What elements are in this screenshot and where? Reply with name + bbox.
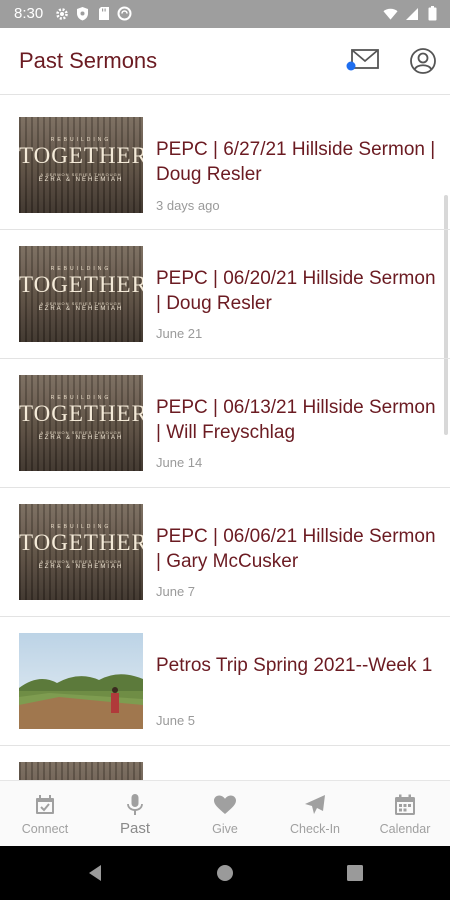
heart-icon bbox=[214, 795, 236, 814]
mail-button[interactable] bbox=[346, 46, 380, 76]
sermon-thumbnail bbox=[19, 762, 143, 780]
bottom-tab-bar: Connect Past Give Check-In Calendar bbox=[0, 780, 450, 847]
gear-icon bbox=[54, 6, 69, 21]
sermon-thumbnail: REBUILDING TOGETHER A SERMON SERIES THRO… bbox=[19, 375, 143, 471]
calendar-icon bbox=[395, 794, 415, 815]
sermon-item[interactable]: REBUILDING TOGETHER A SERMON SERIES THRO… bbox=[0, 229, 450, 359]
sermon-title: PEPC | 06/20/21 Hillside Sermon | Doug R… bbox=[156, 268, 436, 314]
status-left-icons bbox=[54, 6, 132, 21]
status-time: 8:30 bbox=[14, 5, 44, 22]
calendar-check-icon bbox=[36, 795, 54, 814]
series-books-text: EZRA & NEHEMIAH bbox=[38, 306, 124, 312]
tab-label: Connect bbox=[21, 822, 69, 836]
sync-icon bbox=[117, 6, 132, 21]
home-icon[interactable] bbox=[215, 863, 235, 883]
sermon-item[interactable]: REBUILDING TOGETHER A SERMON SERIES THRO… bbox=[0, 487, 450, 617]
page-title: Past Sermons bbox=[19, 48, 158, 73]
back-icon[interactable] bbox=[85, 863, 105, 883]
microphone-icon bbox=[127, 794, 143, 815]
sermon-date: 3 days ago bbox=[156, 198, 220, 213]
account-icon bbox=[410, 48, 436, 74]
sd-card-icon bbox=[96, 6, 111, 21]
series-books-text: EZRA & NEHEMIAH bbox=[38, 435, 124, 441]
sermon-title: PEPC | 06/13/21 Hillside Sermon | Will F… bbox=[156, 397, 436, 443]
sermon-date: June 7 bbox=[156, 584, 196, 599]
app-header: Past Sermons bbox=[0, 28, 450, 95]
tab-check-in[interactable]: Check-In bbox=[270, 781, 360, 847]
tab-past[interactable]: Past bbox=[90, 781, 180, 847]
tab-calendar[interactable]: Calendar bbox=[360, 781, 450, 847]
status-right-icons bbox=[383, 6, 440, 21]
notification-dot bbox=[346, 61, 356, 71]
account-button[interactable] bbox=[407, 45, 439, 77]
tab-label: Check-In bbox=[289, 822, 341, 836]
sermon-item[interactable]: REBUILDING TOGETHER A SERMON SERIES THRO… bbox=[0, 100, 450, 230]
sermon-title: PEPC | 6/27/21 Hillside Sermon | Doug Re… bbox=[156, 139, 436, 185]
series-books-text: EZRA & NEHEMIAH bbox=[38, 177, 124, 183]
series-books-text: EZRA & NEHEMIAH bbox=[38, 564, 124, 570]
tab-give[interactable]: Give bbox=[180, 781, 270, 847]
tab-connect[interactable]: Connect bbox=[0, 781, 90, 847]
sermon-date: June 21 bbox=[156, 326, 203, 341]
recents-icon[interactable] bbox=[345, 863, 365, 883]
wifi-icon bbox=[383, 6, 398, 21]
series-title-text: TOGETHER bbox=[19, 530, 143, 555]
series-title-text: TOGETHER bbox=[19, 272, 143, 297]
sermon-thumbnail-photo bbox=[19, 633, 143, 729]
status-bar: 8:30 bbox=[0, 0, 450, 28]
sermon-item[interactable]: REBUILDING TOGETHER A SERMON SERIES THRO… bbox=[0, 358, 450, 488]
sermon-item-partial[interactable] bbox=[0, 745, 450, 780]
shield-icon bbox=[75, 6, 90, 21]
battery-icon bbox=[425, 6, 440, 21]
sermon-date: June 5 bbox=[156, 713, 196, 728]
sermon-thumbnail: REBUILDING TOGETHER A SERMON SERIES THRO… bbox=[19, 504, 143, 600]
sermon-thumbnail: REBUILDING TOGETHER A SERMON SERIES THRO… bbox=[19, 117, 143, 213]
paper-plane-icon bbox=[305, 795, 325, 814]
series-title-text: TOGETHER bbox=[19, 143, 143, 168]
signal-icon bbox=[404, 6, 419, 21]
sermon-thumbnail: REBUILDING TOGETHER A SERMON SERIES THRO… bbox=[19, 246, 143, 342]
system-navigation-bar bbox=[0, 846, 450, 900]
sermon-title: PEPC | 06/06/21 Hillside Sermon | Gary M… bbox=[156, 526, 436, 572]
series-title-text: TOGETHER bbox=[19, 401, 143, 426]
tab-label: Give bbox=[212, 822, 238, 836]
sermon-date: June 14 bbox=[156, 455, 203, 470]
tab-label: Calendar bbox=[379, 822, 431, 836]
sermon-title: Petros Trip Spring 2021--Week 1 bbox=[156, 655, 433, 676]
sermon-item[interactable]: Petros Trip Spring 2021--Week 1 June 5 bbox=[0, 616, 450, 746]
sermon-list[interactable]: REBUILDING TOGETHER A SERMON SERIES THRO… bbox=[0, 95, 450, 780]
tab-label: Past bbox=[119, 820, 150, 837]
mail-icon bbox=[346, 49, 379, 71]
